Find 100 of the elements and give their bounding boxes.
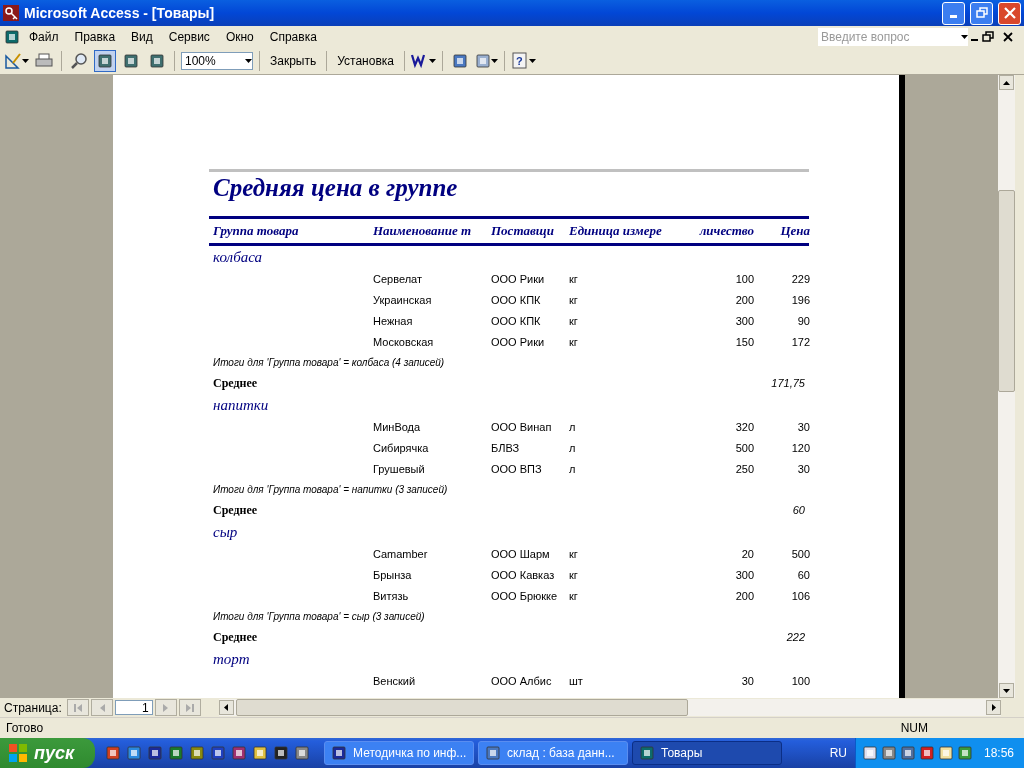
table-cell-text: кг xyxy=(569,568,579,581)
table-cell-text: 30 xyxy=(740,674,754,687)
quick-launch-icon[interactable] xyxy=(231,745,247,761)
table-cell-text: 300 xyxy=(734,314,754,327)
table-cell-text: кг xyxy=(569,314,579,327)
table-cell-text: 196 xyxy=(790,293,810,306)
quick-launch-icon[interactable] xyxy=(189,745,205,761)
minimize-button[interactable] xyxy=(942,1,965,25)
close-button[interactable] xyxy=(998,1,1021,25)
table-cell-text: кг xyxy=(569,589,579,602)
horizontal-scrollbar[interactable] xyxy=(218,699,1001,716)
table-cell-text: 300 xyxy=(734,568,754,581)
caret-icon[interactable] xyxy=(245,59,252,63)
table-cell-text: л xyxy=(569,441,577,454)
help-icon[interactable]: ? xyxy=(510,52,529,70)
zoom-dropdown[interactable]: 100% xyxy=(181,52,253,70)
table-cell-text: 250 xyxy=(734,462,754,475)
language-indicator[interactable]: RU xyxy=(829,746,847,760)
close-preview-button[interactable]: Закрыть xyxy=(266,52,321,70)
average-value: 222 xyxy=(786,631,805,643)
page-number-field[interactable]: 1 xyxy=(114,700,153,715)
quick-launch-icon[interactable] xyxy=(105,745,121,761)
design-view-icon[interactable] xyxy=(4,52,22,70)
table-cell-text: 200 xyxy=(734,589,754,602)
quick-launch-icon[interactable] xyxy=(294,745,310,761)
table-cell-text: Camamber xyxy=(373,547,429,560)
table-cell-text: ООО Албис xyxy=(491,674,553,687)
average-label: Среднее xyxy=(213,502,258,518)
table-cell-text: Брынза xyxy=(373,568,413,581)
restore-icon[interactable] xyxy=(982,31,994,43)
table-cell-text: ООО КПК xyxy=(491,314,542,327)
column-header: Наименование т xyxy=(373,223,473,239)
average-value: 60 xyxy=(792,504,805,516)
scroll-left-icon[interactable] xyxy=(224,704,229,711)
zoom-icon[interactable] xyxy=(70,52,88,70)
table-cell-text: Украинская xyxy=(373,293,433,306)
tray-icon[interactable] xyxy=(861,745,878,761)
restore-button[interactable] xyxy=(970,1,993,25)
table-cell-text: 90 xyxy=(796,314,810,327)
group-summary: Итоги для 'Группа товара' = напитки (3 записей) xyxy=(212,482,449,497)
group-name: сыр xyxy=(212,522,239,542)
caret-icon[interactable] xyxy=(428,59,436,63)
column-header: Цена xyxy=(779,223,810,239)
page-setup-button[interactable]: Установка xyxy=(333,52,398,70)
table-cell-text: МинВода xyxy=(373,420,422,433)
table-cell-text: 200 xyxy=(734,293,754,306)
table-cell-text: 500 xyxy=(790,547,810,560)
table-cell-text: Витязь xyxy=(373,589,410,602)
scroll-right-icon[interactable] xyxy=(991,704,996,711)
close-icon[interactable] xyxy=(1002,31,1014,43)
scroll-down-icon[interactable] xyxy=(1003,688,1010,693)
print-icon[interactable] xyxy=(35,53,53,69)
caret-icon[interactable] xyxy=(528,59,536,63)
table-cell-text: Нежная xyxy=(373,314,414,327)
menu-item[interactable]: Вид xyxy=(124,28,160,46)
tray-icon[interactable] xyxy=(918,745,935,761)
tray-icon[interactable] xyxy=(956,745,973,761)
caret-icon[interactable] xyxy=(22,59,29,63)
group-summary: Итоги для 'Группа товара' = колбаса (4 записей) xyxy=(212,355,446,370)
tray-icon[interactable] xyxy=(899,745,916,761)
menu-item[interactable]: Окно xyxy=(218,28,261,46)
quick-launch-icon[interactable] xyxy=(147,745,163,761)
caret-icon[interactable] xyxy=(961,35,968,39)
menu-item[interactable]: Сервис xyxy=(161,28,217,46)
table-cell-text: 120 xyxy=(790,441,810,454)
table-cell-text: 106 xyxy=(790,589,810,602)
quick-launch-icon[interactable] xyxy=(168,745,184,761)
column-header: Поставщи xyxy=(491,223,555,239)
menu-item[interactable]: Файл xyxy=(22,28,66,46)
scroll-up-icon[interactable] xyxy=(1003,80,1010,85)
clock: 18:56 xyxy=(983,746,1014,760)
start-button[interactable]: пуск xyxy=(0,738,95,768)
quick-launch-icon[interactable] xyxy=(210,745,226,761)
column-header: Единица измере xyxy=(569,223,663,239)
caret-icon[interactable] xyxy=(490,59,498,63)
quick-launch-icon[interactable] xyxy=(273,745,289,761)
table-cell-text: 229 xyxy=(790,272,810,285)
quick-launch-icon[interactable] xyxy=(126,745,142,761)
table-cell-text: Сервелат xyxy=(373,272,423,285)
table-cell-text: ООО Кавказ xyxy=(491,568,556,581)
table-cell-text: шт xyxy=(569,674,584,687)
taskbar-button[interactable]: склад : база данн... xyxy=(478,741,628,765)
taskbar-button[interactable]: Методичка по инф... xyxy=(324,741,474,765)
table-cell-text: 172 xyxy=(790,335,810,348)
table-cell-text: 150 xyxy=(734,335,754,348)
vertical-scrollbar[interactable] xyxy=(998,75,1015,698)
status-text: Готово xyxy=(6,721,45,735)
table-cell-text: кг xyxy=(569,293,579,306)
help-search-field[interactable]: Введите вопрос xyxy=(818,28,968,46)
average-label: Среднее xyxy=(213,375,258,391)
quick-launch-icon[interactable] xyxy=(252,745,268,761)
menu-item[interactable]: Правка xyxy=(67,28,123,46)
table-cell-text: Грушевый xyxy=(373,462,426,475)
average-label: Среднее xyxy=(213,629,258,645)
menu-item[interactable]: Справка xyxy=(262,28,324,46)
tray-icon[interactable] xyxy=(937,745,954,761)
table-cell-text: ООО Брюкке xyxy=(491,589,559,602)
taskbar-button[interactable]: Товары xyxy=(632,741,782,765)
table-cell-text: кг xyxy=(569,335,579,348)
tray-icon[interactable] xyxy=(880,745,897,761)
